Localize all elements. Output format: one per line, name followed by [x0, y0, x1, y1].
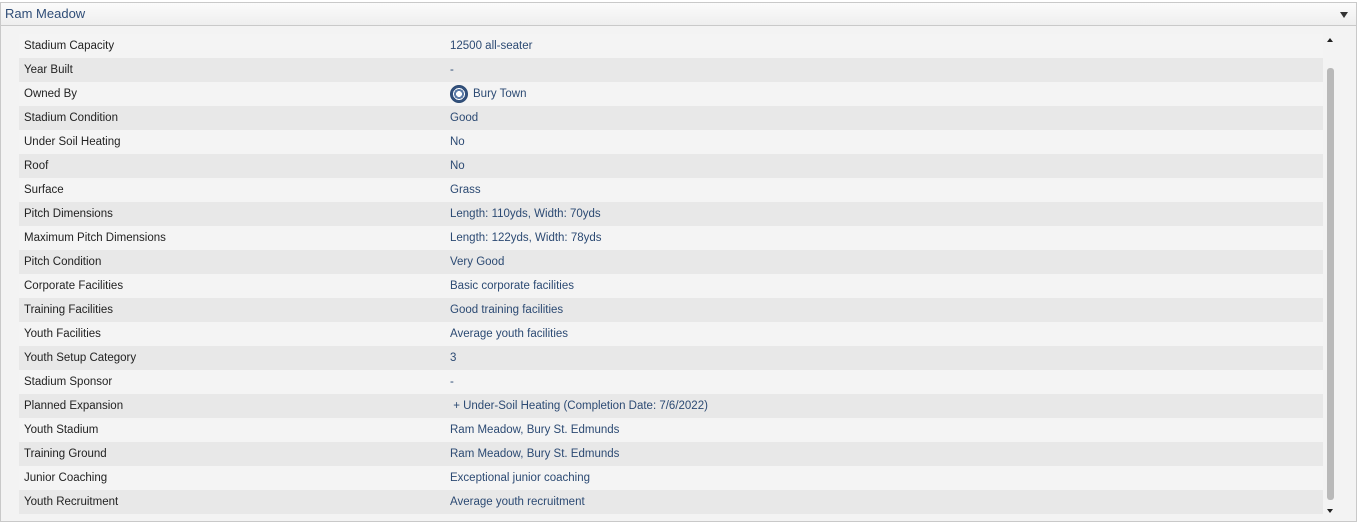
table-row: Youth Facilities Average youth facilitie…: [19, 322, 1323, 346]
row-value: No: [450, 160, 465, 172]
row-value: No: [450, 136, 465, 148]
row-value: Basic corporate facilities: [450, 280, 574, 292]
table-row: Surface Grass: [19, 178, 1323, 202]
row-value: + Under-Soil Heating (Completion Date: 7…: [450, 400, 708, 412]
row-label: Stadium Condition: [24, 112, 118, 124]
club-crest-icon[interactable]: [450, 85, 468, 103]
row-value: Average youth facilities: [450, 328, 569, 340]
scroll-up-arrow-icon[interactable]: [1327, 38, 1333, 42]
row-label: Pitch Dimensions: [24, 208, 113, 220]
row-label: Maximum Pitch Dimensions: [24, 232, 166, 244]
row-value: Good: [450, 112, 479, 124]
table-row: Youth Recruitment Average youth recruitm…: [19, 490, 1323, 514]
row-label: Under Soil Heating: [24, 136, 121, 148]
table-row: Youth Stadium Ram Meadow, Bury St. Edmun…: [19, 418, 1323, 442]
owner-club-link[interactable]: Bury Town: [473, 88, 526, 100]
table-row: Corporate Facilities Basic corporate fac…: [19, 274, 1323, 298]
stadium-details-table: Stadium Capacity 12500 all-seater Year B…: [19, 34, 1323, 520]
row-label: Year Built: [24, 64, 73, 76]
row-label: Junior Coaching: [24, 472, 108, 484]
row-label: Youth Recruitment: [24, 496, 119, 508]
row-label: Stadium Capacity: [24, 40, 115, 52]
row-label: Training Ground: [24, 448, 107, 460]
scroll-down-arrow-icon[interactable]: [1327, 509, 1333, 513]
row-value: Length: 110yds, Width: 70yds: [450, 208, 601, 220]
row-label: Owned By: [24, 88, 78, 100]
panel-title: Ram Meadow: [5, 6, 86, 21]
row-value: Exceptional junior coaching: [450, 472, 591, 484]
row-value: Ram Meadow, Bury St. Edmunds: [450, 448, 620, 460]
table-row: Training Facilities Good training facili…: [19, 298, 1323, 322]
scrollbar-thumb[interactable]: [1327, 68, 1334, 500]
table-row: Stadium Sponsor -: [19, 370, 1323, 394]
row-label: Training Facilities: [24, 304, 114, 316]
row-value: 12500 all-seater: [450, 40, 533, 52]
row-label: Youth Setup Category: [24, 352, 137, 364]
row-label: Pitch Condition: [24, 256, 102, 268]
row-value: Ram Meadow, Bury St. Edmunds: [450, 424, 620, 436]
row-label: Corporate Facilities: [24, 280, 124, 292]
table-row: Pitch Condition Very Good: [19, 250, 1323, 274]
table-row: Youth Setup Category 3: [19, 346, 1323, 370]
row-label: Roof: [24, 160, 49, 172]
row-label: Planned Expansion: [24, 400, 124, 412]
vertical-scrollbar[interactable]: [1325, 34, 1337, 520]
row-label: Youth Facilities: [24, 328, 101, 340]
row-value: Grass: [450, 184, 481, 196]
table-row: Training Ground Ram Meadow, Bury St. Edm…: [19, 442, 1323, 466]
owner-value[interactable]: Bury Town: [450, 85, 526, 103]
row-value: Length: 122yds, Width: 78yds: [450, 232, 602, 244]
table-row: Planned Expansion + Under-Soil Heating (…: [19, 394, 1323, 418]
row-value: -: [450, 376, 454, 388]
table-row: Junior Coaching Exceptional junior coach…: [19, 466, 1323, 490]
table-row: Year Built -: [19, 58, 1323, 82]
table-row: Roof No: [19, 154, 1323, 178]
row-value: -: [450, 64, 454, 76]
row-value: Average youth recruitment: [450, 496, 585, 508]
row-value: Good training facilities: [450, 304, 564, 316]
table-row: Stadium Condition Good: [19, 106, 1323, 130]
table-row: Stadium Capacity 12500 all-seater: [19, 34, 1323, 58]
row-label: Stadium Sponsor: [24, 376, 113, 388]
row-value: 3: [450, 352, 457, 364]
table-row: Maximum Pitch Dimensions Length: 122yds,…: [19, 226, 1323, 250]
table-row: Owned By Bury Town: [19, 82, 1323, 106]
chevron-down-icon[interactable]: [1340, 12, 1348, 18]
row-label: Surface: [24, 184, 64, 196]
table-row: Pitch Dimensions Length: 110yds, Width: …: [19, 202, 1323, 226]
row-value: Very Good: [450, 256, 505, 268]
panel-header[interactable]: Ram Meadow: [1, 3, 1356, 26]
stadium-panel: Ram Meadow Stadium Capacity 12500 all-se…: [0, 2, 1357, 522]
table-row: Under Soil Heating No: [19, 130, 1323, 154]
row-label: Youth Stadium: [24, 424, 99, 436]
